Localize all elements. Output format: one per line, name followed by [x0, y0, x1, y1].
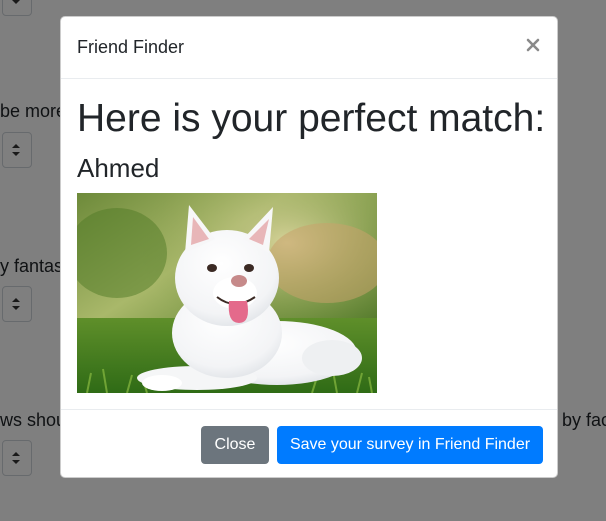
close-button[interactable]: Close	[201, 426, 269, 464]
match-heading: Here is your perfect match:	[77, 97, 546, 140]
modal-title: Friend Finder	[77, 37, 185, 57]
save-survey-button[interactable]: Save your survey in Friend Finder	[277, 426, 543, 464]
modal-footer: Close Save your survey in Friend Finder	[61, 409, 557, 477]
match-name: Ahmed	[77, 153, 160, 183]
match-modal: Friend Finder Here is your perfect match…	[60, 16, 558, 478]
close-icon[interactable]	[525, 35, 541, 55]
dog-photo-icon	[77, 193, 377, 393]
modal-header: Friend Finder	[61, 17, 557, 79]
